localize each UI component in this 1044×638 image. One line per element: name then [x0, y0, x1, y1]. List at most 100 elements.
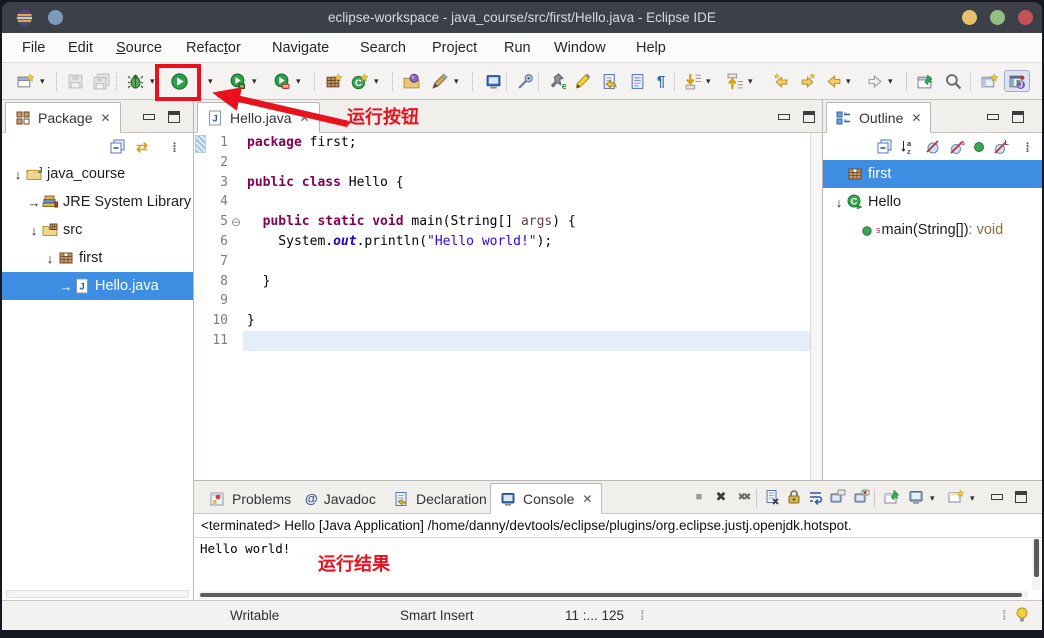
tab-outline[interactable]: Outline ✕ — [826, 102, 931, 133]
save-all-icon[interactable] — [90, 70, 112, 92]
scrollbar-thumb[interactable] — [200, 593, 1022, 597]
tree-item-src[interactable]: ↓ src — [2, 216, 193, 244]
new-wizard-menu-caret[interactable]: ▾ — [40, 76, 45, 87]
tab-problems[interactable]: Problems — [200, 483, 300, 514]
highlighter-icon[interactable] — [572, 70, 594, 92]
menu-source[interactable]: Source — [110, 33, 168, 63]
annotation-ruler[interactable] — [194, 133, 207, 480]
expand-arrow-icon[interactable]: ↓ — [10, 167, 26, 182]
horizontal-scrollbar[interactable] — [198, 591, 1028, 599]
tab-javadoc[interactable]: @ Javadoc — [296, 483, 385, 514]
new-wizard-icon[interactable] — [14, 70, 36, 92]
profile-icon[interactable] — [270, 70, 292, 92]
hide-non-public-icon[interactable] — [969, 137, 989, 157]
menu-edit[interactable]: Edit — [62, 33, 99, 63]
minimize-window-button[interactable] — [962, 10, 977, 25]
pin-editor-icon[interactable] — [914, 70, 936, 92]
run-button-icon[interactable] — [168, 70, 190, 92]
back-menu-caret[interactable]: ▾ — [846, 76, 851, 87]
menu-file[interactable]: File — [16, 33, 51, 63]
folding-ruler[interactable]: ⊖ — [231, 133, 243, 480]
next-annotation-caret[interactable]: ▾ — [706, 76, 711, 87]
compass-needle-icon[interactable] — [514, 70, 536, 92]
profile-menu-caret[interactable]: ▾ — [296, 76, 301, 87]
open-declaration-doc-icon[interactable] — [598, 70, 620, 92]
console-view-icon[interactable] — [482, 70, 504, 92]
display-console-caret[interactable]: ▾ — [930, 493, 935, 504]
code-editor[interactable]: 1 2 3 4 5 6 7 8 9 10 11 ⊖ package first;… — [194, 133, 810, 480]
vertical-scrollbar[interactable] — [1032, 539, 1041, 590]
scroll-lock-icon[interactable] — [784, 487, 804, 507]
collapse-all-icon[interactable] — [875, 137, 895, 157]
remove-all-terminated-icon[interactable]: ✖✖ — [733, 487, 753, 507]
lightbulb-icon[interactable] — [1014, 606, 1032, 626]
maximize-view-icon[interactable] — [1011, 110, 1024, 123]
tree-item-jre-library[interactable]: → JRE System Library — [2, 188, 193, 216]
collapse-all-icon[interactable] — [108, 137, 128, 157]
view-menu-icon[interactable]: ⁞ — [1017, 137, 1037, 157]
show-source-doc-icon[interactable] — [626, 70, 648, 92]
menu-help[interactable]: Help — [630, 33, 672, 63]
open-console-icon[interactable] — [946, 487, 966, 507]
tree-item-java-course[interactable]: ↓ J java_course — [2, 160, 193, 188]
forward-icon[interactable] — [864, 70, 886, 92]
fold-collapse-icon[interactable]: ⊖ — [231, 213, 241, 233]
coverage-menu-caret[interactable]: ▾ — [252, 76, 257, 87]
show-whitespace-pilcrow-icon[interactable]: ¶ — [650, 70, 672, 92]
word-wrap-icon[interactable] — [806, 487, 826, 507]
back-to-edit-icon[interactable] — [770, 70, 792, 92]
menu-window[interactable]: Window — [548, 33, 612, 63]
close-icon[interactable]: ✕ — [911, 111, 921, 125]
minimize-view-icon[interactable] — [990, 490, 1003, 503]
menu-navigate[interactable]: Navigate — [266, 33, 335, 63]
last-edit-location-icon[interactable]: e — [546, 70, 568, 92]
external-tools-pen-icon[interactable] — [428, 70, 450, 92]
view-menu-icon[interactable]: ⁞ — [164, 137, 184, 157]
link-with-editor-icon[interactable]: ⇄ — [132, 137, 152, 157]
show-on-stdout-icon[interactable] — [828, 487, 848, 507]
tab-package-explorer[interactable]: Package ✕ — [5, 102, 121, 133]
close-icon[interactable]: ✕ — [299, 111, 309, 125]
previous-annotation-icon[interactable] — [724, 70, 746, 92]
close-window-button[interactable] — [1018, 10, 1033, 25]
expand-arrow-icon[interactable]: ↓ — [26, 223, 42, 238]
tab-declaration[interactable]: Declaration — [384, 483, 496, 514]
debug-icon[interactable] — [124, 70, 146, 92]
maximize-view-icon[interactable] — [802, 110, 815, 123]
expand-arrow-icon[interactable]: → — [58, 279, 74, 294]
overview-ruler[interactable] — [810, 133, 822, 480]
java-perspective-icon[interactable]: J — [1004, 70, 1030, 92]
run-menu-caret[interactable]: ▾ — [208, 76, 213, 87]
minimize-view-icon[interactable] — [777, 110, 790, 123]
expand-arrow-icon[interactable]: ↓ — [42, 251, 58, 266]
open-console-caret[interactable]: ▾ — [970, 493, 975, 504]
hide-local-types-icon[interactable]: L — [991, 137, 1011, 157]
close-icon[interactable]: ✕ — [100, 111, 110, 125]
minimize-view-icon[interactable] — [986, 110, 999, 123]
outline-item-main[interactable]: s main(String[]) : void — [823, 216, 1042, 244]
open-perspective-icon[interactable] — [978, 70, 1000, 92]
line-number-ruler[interactable]: 1 2 3 4 5 6 7 8 9 10 11 — [207, 133, 231, 480]
scrollbar-thumb[interactable] — [1034, 539, 1039, 577]
coverage-icon[interactable] — [226, 70, 248, 92]
remove-launch-icon[interactable]: ✖ — [711, 487, 731, 507]
tab-console[interactable]: Console ✕ — [490, 483, 602, 514]
tab-hello-java[interactable]: J Hello.java ✕ — [197, 102, 320, 133]
forward-to-edit-icon[interactable] — [796, 70, 818, 92]
pin-console-icon[interactable] — [882, 487, 902, 507]
tree-item-hello-java[interactable]: → J Hello.java — [2, 272, 193, 300]
display-console-icon[interactable] — [906, 487, 926, 507]
menu-run[interactable]: Run — [498, 33, 537, 63]
menu-project[interactable]: Project — [426, 33, 483, 63]
close-icon[interactable]: ✕ — [582, 492, 592, 506]
outline-item-hello[interactable]: ↓ C Hello — [823, 188, 1042, 216]
outline-item-first[interactable]: first — [823, 160, 1042, 188]
menu-search[interactable]: Search — [354, 33, 412, 63]
back-icon[interactable] — [822, 70, 844, 92]
new-java-class-icon[interactable]: C — [348, 70, 370, 92]
maximize-window-button[interactable] — [990, 10, 1005, 25]
sort-alphabetically-icon[interactable]: az — [899, 137, 919, 157]
show-on-stderr-icon[interactable] — [852, 487, 872, 507]
save-icon[interactable] — [64, 70, 86, 92]
previous-annotation-caret[interactable]: ▾ — [748, 76, 753, 87]
